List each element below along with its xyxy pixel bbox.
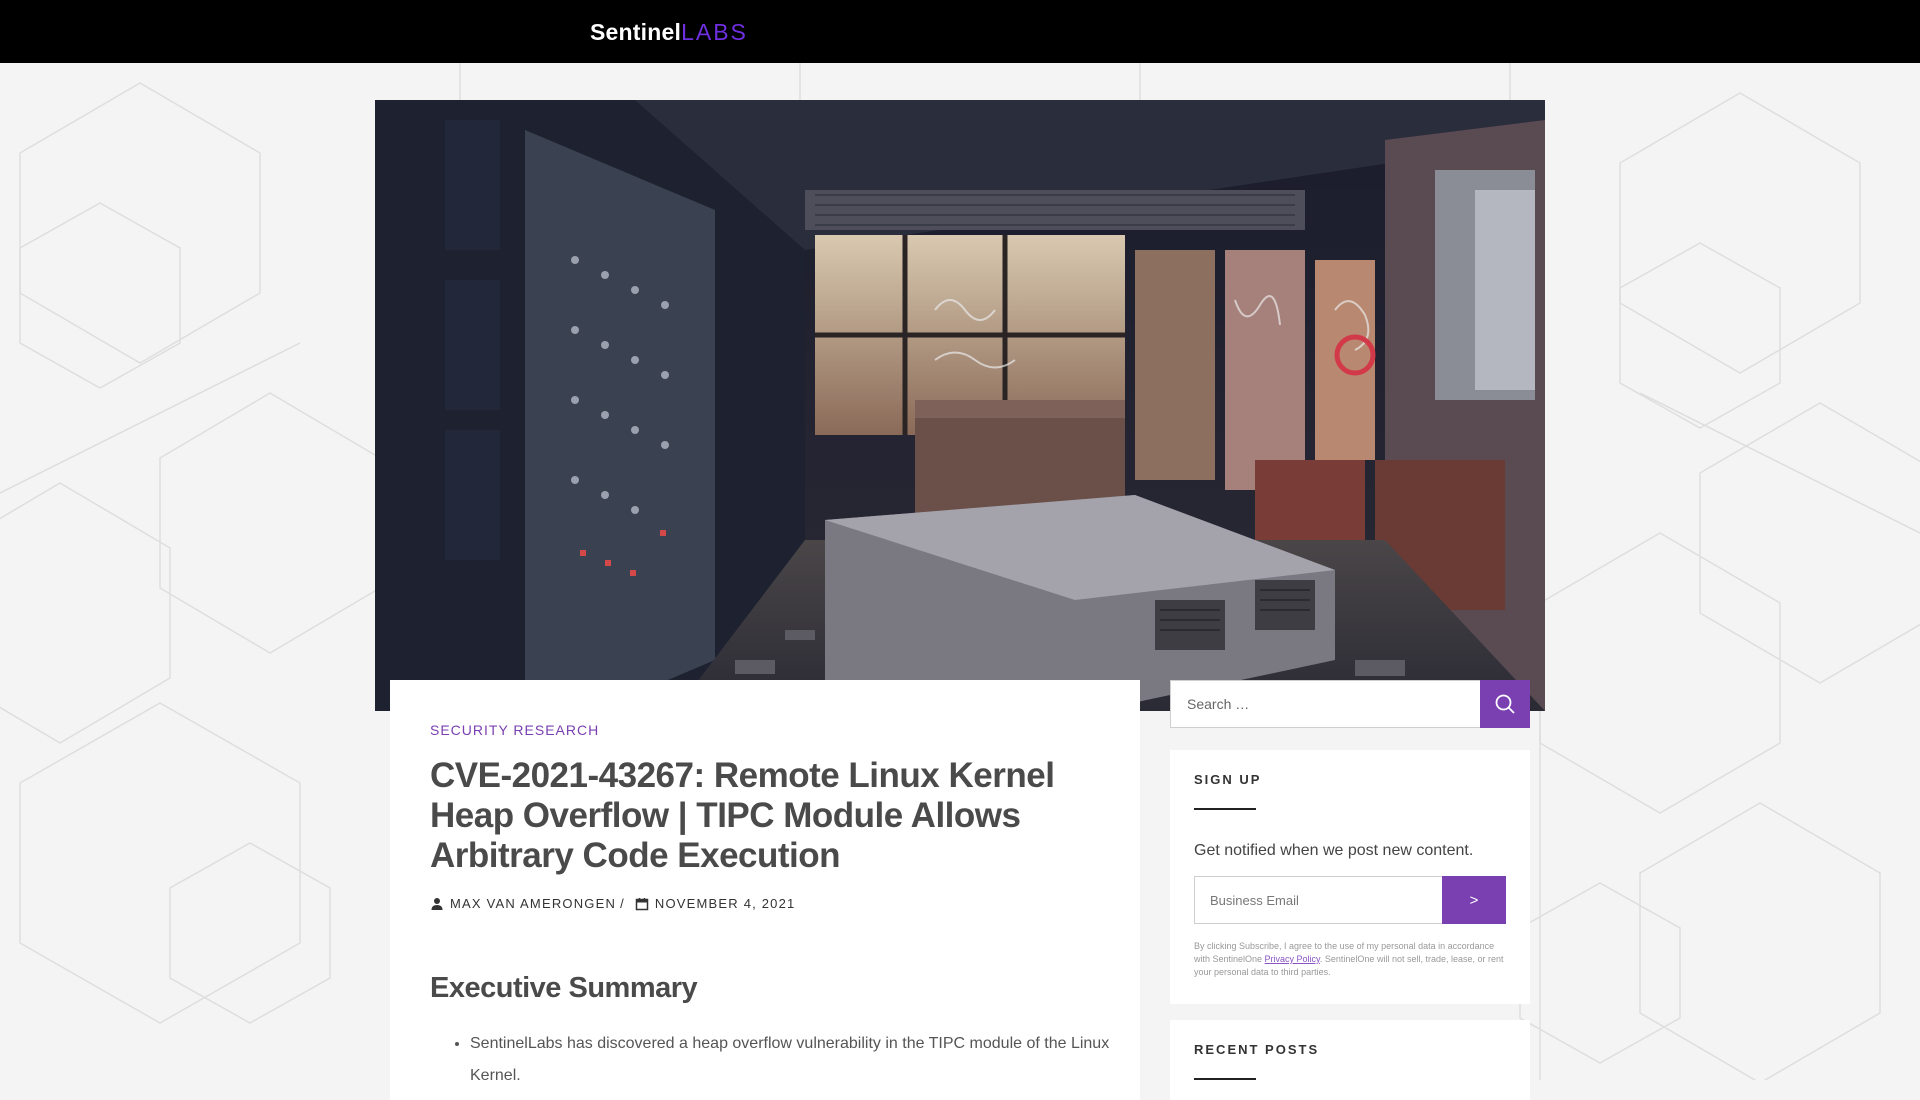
control-room-photo <box>375 100 1545 711</box>
author-link[interactable]: MAX VAN AMERONGEN <box>450 896 616 911</box>
summary-list: SentinelLabs has discovered a heap overf… <box>430 1028 1110 1092</box>
article-card: SECURITY RESEARCH CVE-2021-43267: Remote… <box>390 680 1140 1100</box>
hero-image <box>375 100 1545 711</box>
publish-date: NOVEMBER 4, 2021 <box>654 896 796 911</box>
search-button[interactable] <box>1480 680 1530 728</box>
search-input[interactable] <box>1170 680 1481 728</box>
signup-form: > <box>1194 876 1506 924</box>
search-form <box>1170 680 1530 728</box>
recent-posts-widget: RECENT POSTS <box>1170 1020 1530 1100</box>
signup-title: SIGN UP <box>1194 772 1262 787</box>
email-field[interactable] <box>1194 876 1442 924</box>
user-icon <box>430 897 444 911</box>
signup-description: Get notified when we post new content. <box>1194 842 1474 859</box>
logo-text-secondary: LABS <box>681 19 748 45</box>
search-icon <box>1495 694 1515 714</box>
signup-widget: SIGN UP Get notified when we post new co… <box>1170 750 1530 1004</box>
list-item: SentinelLabs has discovered a heap overf… <box>470 1028 1110 1092</box>
article-category-link[interactable]: SECURITY RESEARCH <box>430 722 599 738</box>
recent-posts-title: RECENT POSTS <box>1194 1042 1320 1057</box>
subscribe-button[interactable]: > <box>1442 876 1506 924</box>
meta-separator: / <box>620 896 625 911</box>
sentinellabs-logo[interactable]: SentinelLABS <box>590 18 748 46</box>
article-meta: MAX VAN AMERONGEN / NOVEMBER 4, 2021 <box>430 896 795 911</box>
article-title: CVE-2021-43267: Remote Linux Kernel Heap… <box>430 756 1055 875</box>
top-navigation-bar: SentinelLABS <box>0 0 1920 63</box>
privacy-disclaimer: By clicking Subscribe, I agree to the us… <box>1194 940 1504 979</box>
privacy-policy-link[interactable]: Privacy Policy <box>1265 954 1320 964</box>
logo-text-primary: Sentinel <box>590 19 682 45</box>
title-underline <box>1194 808 1256 810</box>
calendar-icon <box>635 897 649 911</box>
executive-summary-heading: Executive Summary <box>430 972 698 1004</box>
